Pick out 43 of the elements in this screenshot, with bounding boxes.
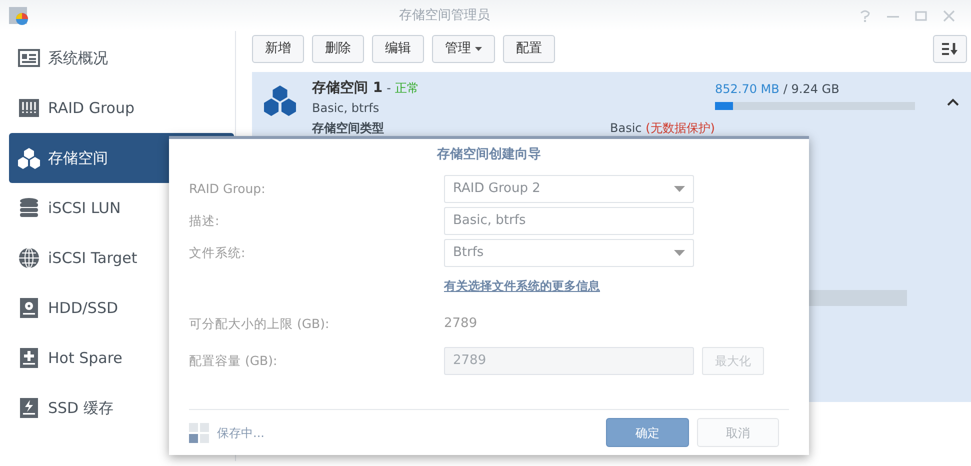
bar-columns-icon: [18, 97, 40, 119]
detail-label: 存储空间类型: [312, 120, 385, 137]
volume-description: Basic, btrfs: [312, 100, 380, 117]
status-text: 保存中...: [217, 424, 264, 442]
field-label: 文件系统:: [189, 244, 246, 262]
help-link[interactable]: 有关选择文件系统的更多信息: [189, 271, 600, 301]
field-label: 可分配大小的上限 (GB):: [189, 314, 330, 333]
detail-value: Basic (无数据保护): [610, 120, 715, 137]
help-icon[interactable]: [859, 10, 871, 22]
cubes-icon: [18, 147, 40, 169]
toolbar-button[interactable]: 新增: [252, 35, 304, 63]
database-icon: [18, 197, 40, 219]
sort-button[interactable]: [933, 35, 967, 63]
field-label: 描述:: [189, 212, 220, 230]
caret-icon: [475, 47, 482, 51]
total-capacity: / 9.24 GB: [783, 81, 840, 98]
used-capacity: 852.70 MB: [715, 81, 780, 98]
app-icon: [8, 4, 30, 26]
toolbar-button[interactable]: 编辑: [372, 35, 424, 63]
globe-icon: [18, 247, 40, 269]
volume-icon: [264, 84, 296, 116]
sidebar-item[interactable]: 系统概况: [9, 33, 234, 83]
menu-button[interactable]: 管理: [432, 35, 495, 63]
lightning-drive-icon: [18, 397, 40, 419]
field-value: 2789: [444, 315, 478, 334]
status-separator: -: [386, 80, 391, 97]
volume-status: 正常: [394, 80, 419, 97]
collapse-icon[interactable]: [947, 98, 959, 106]
sidebar-item[interactable]: RAID Group: [9, 83, 234, 133]
close-icon[interactable]: [943, 10, 955, 22]
caret-icon: [674, 250, 685, 256]
field-label: 配置容量 (GB):: [189, 352, 278, 370]
id-card-icon: [18, 47, 40, 69]
sort-icon: [942, 42, 958, 56]
volume-name: 存储空间 1: [312, 78, 383, 98]
window-title: 存储空间管理员: [399, 8, 490, 23]
plus-drive-icon: [18, 347, 40, 369]
toolbar-button[interactable]: 删除: [312, 35, 364, 63]
loading-icon: [189, 422, 209, 442]
maximize-icon[interactable]: [915, 10, 927, 22]
caret-icon: [674, 186, 685, 192]
dialog-title: 存储空间创建向导: [437, 146, 541, 164]
toolbar-button[interactable]: 配置: [503, 35, 555, 63]
